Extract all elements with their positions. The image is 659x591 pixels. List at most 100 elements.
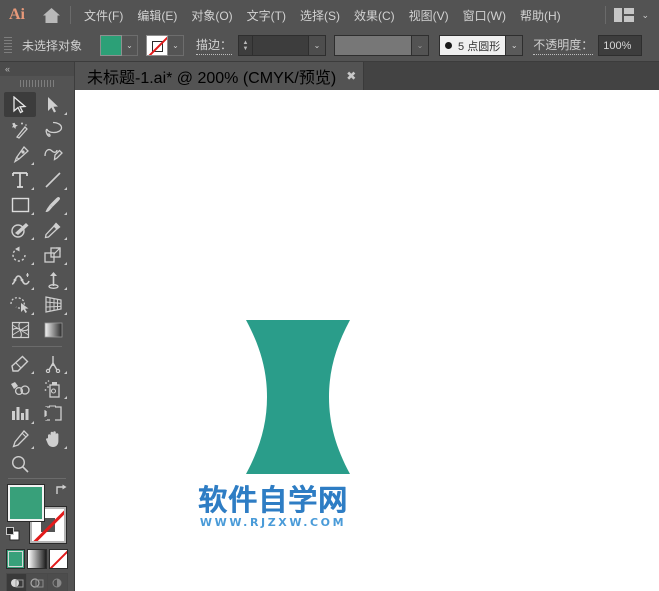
hourglass-shape[interactable] [243,318,353,476]
menu-items: 文件(F) 编辑(E) 对象(O) 文字(T) 选择(S) 效果(C) 视图(V… [77,4,568,27]
panel-collapse-button[interactable]: « [0,62,74,76]
symbol-sprayer-tool[interactable] [37,376,69,401]
flyout-indicator-icon [31,287,34,290]
stroke-weight-group: ▲ ▼ ⌄ [238,35,327,56]
opacity-label[interactable]: 不透明度： [533,36,594,55]
shaper-tool[interactable] [4,217,36,242]
tool-grid [0,90,74,476]
scale-tool[interactable] [37,242,69,267]
eraser-tool[interactable] [4,351,36,376]
menu-bar: Ai 文件(F) 编辑(E) 对象(O) 文字(T) 选择(S) 效果(C) 视… [0,0,659,30]
fill-dropdown-chevron-icon[interactable]: ⌄ [122,35,139,56]
scissors-tool[interactable] [37,351,69,376]
stroke-color-swatch[interactable] [146,35,169,56]
free-transform-tool[interactable] [37,267,69,292]
direct-selection-tool[interactable] [37,92,69,117]
canvas-area[interactable]: 软件自学网 WWW.RJZXW.COM [75,90,659,591]
watermark: 软件自学网 WWW.RJZXW.COM [198,483,349,530]
blend-tool[interactable] [4,376,36,401]
artboard-tool[interactable] [37,401,69,426]
shape-builder-tool[interactable] [4,292,36,317]
magic-wand-tool[interactable] [4,117,36,142]
workspace-layout-icon[interactable] [614,8,635,22]
brush-profile-field[interactable]: 5 点圆形 [439,35,507,56]
tool-divider-bottom [8,478,66,479]
menubar-divider [70,6,71,24]
default-fill-stroke-icon[interactable] [6,527,20,541]
document-tab[interactable]: 未标题-1.ai* @ 200% (CMYK/预览) ✖ [75,62,365,90]
brush-profile-label: 5 点圆形 [458,40,501,53]
workspace-chevron-down-icon[interactable]: ⌄ [641,10,649,21]
stroke-weight-chevron-icon[interactable]: ⌄ [309,35,327,56]
flyout-indicator-icon [31,237,34,240]
opacity-input[interactable]: 100% [598,35,643,56]
flyout-indicator-icon [31,446,34,449]
flyout-indicator-icon [64,396,67,399]
pen-tool[interactable] [4,142,36,167]
flyout-indicator-icon [64,287,67,290]
menu-window[interactable]: 窗口(W) [456,4,513,27]
control-bar-grip[interactable] [4,36,12,55]
draw-mode-buttons [6,573,68,591]
color-mode-button[interactable] [6,549,26,569]
flyout-indicator-icon [31,312,34,315]
column-graph-tool[interactable] [4,401,36,426]
variable-width-input[interactable] [334,35,413,56]
rotate-tool[interactable] [4,242,36,267]
tools-panel-grip-lines [20,79,54,87]
line-segment-tool[interactable] [37,167,69,192]
stroke-weight-stepper[interactable]: ▲ ▼ [238,35,254,56]
flyout-indicator-icon [31,187,34,190]
flyout-indicator-icon [64,262,67,265]
close-icon[interactable]: ✖ [346,70,356,82]
curvature-tool[interactable] [37,142,69,167]
flyout-indicator-icon [31,162,34,165]
tool-divider [12,346,62,347]
perspective-grid-tool[interactable] [37,292,69,317]
draw-inside-button[interactable] [47,574,67,591]
watermark-chinese-text: 软件自学网 [198,483,349,517]
menu-effect[interactable]: 效果(C) [347,4,402,27]
flyout-indicator-icon [31,262,34,265]
stroke-weight-label[interactable]: 描边： [196,36,233,55]
selection-tool[interactable] [4,92,36,117]
none-mode-button[interactable] [48,549,68,569]
stroke-dropdown-chevron-icon[interactable]: ⌄ [168,35,185,56]
fill-color-box[interactable] [8,485,44,521]
rectangle-tool[interactable] [4,192,36,217]
tools-panel-grip[interactable] [0,76,74,90]
illustrator-window: Ai 文件(F) 编辑(E) 对象(O) 文字(T) 选择(S) 效果(C) 视… [0,0,659,591]
width-tool[interactable] [4,267,36,292]
flyout-indicator-icon [31,371,34,374]
stroke-weight-input[interactable] [253,35,310,56]
home-icon[interactable] [34,0,68,30]
menu-type[interactable]: 文字(T) [240,4,293,27]
flyout-indicator-icon [31,212,34,215]
gradient-tool[interactable] [37,317,69,342]
slice-tool[interactable] [4,426,36,451]
menu-file[interactable]: 文件(F) [77,4,130,27]
menu-object[interactable]: 对象(O) [184,4,239,27]
menubar-right-group: ⌄ [605,0,659,30]
type-tool[interactable] [4,167,36,192]
zoom-tool[interactable] [4,451,36,476]
lasso-tool[interactable] [37,117,69,142]
document-tab-bar: 未标题-1.ai* @ 200% (CMYK/预览) ✖ [75,62,659,90]
menu-help[interactable]: 帮助(H) [513,4,568,27]
gradient-mode-button[interactable] [27,549,47,569]
menu-edit[interactable]: 编辑(E) [130,4,184,27]
brush-profile-chevron-icon[interactable]: ⌄ [506,35,524,56]
eyedropper-tool[interactable] [37,217,69,242]
fill-color-swatch[interactable] [100,35,123,56]
mesh-tool[interactable] [4,317,36,342]
swap-fill-stroke-icon[interactable] [54,483,68,497]
menu-select[interactable]: 选择(S) [293,4,347,27]
menu-view[interactable]: 视图(V) [402,4,456,27]
paintbrush-tool[interactable] [37,192,69,217]
draw-behind-button[interactable] [27,574,47,591]
color-mode-buttons [6,549,68,569]
tool-empty-slot [37,451,69,476]
draw-normal-button[interactable] [7,574,27,591]
variable-width-chevron-icon[interactable]: ⌄ [412,35,430,56]
hand-tool[interactable] [37,426,69,451]
